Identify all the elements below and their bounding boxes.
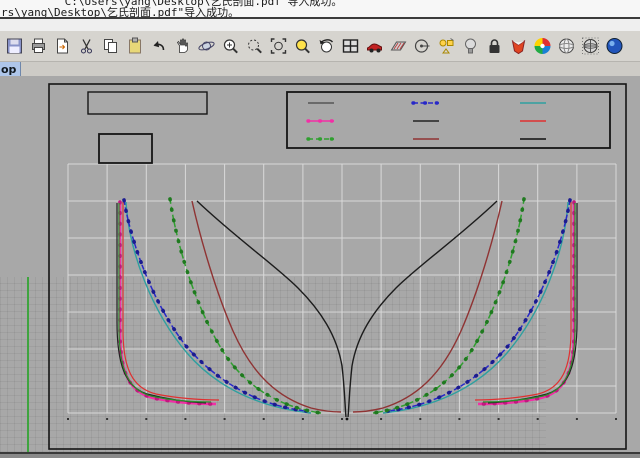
title-block (88, 92, 207, 163)
cplane-icon[interactable] (386, 33, 410, 59)
hull-curves-right (348, 199, 577, 417)
osnap-icon[interactable] (434, 33, 458, 59)
lamp-icon[interactable] (458, 33, 482, 59)
zoom-selected-icon[interactable] (290, 33, 314, 59)
hull-lines-drawing (0, 76, 640, 452)
baseline-ticks (67, 418, 617, 420)
legend-box (287, 92, 610, 148)
zoom-in-icon[interactable] (218, 33, 242, 59)
status-bar (0, 452, 640, 458)
station-magenta (478, 202, 574, 404)
sphere-wireframe-icon[interactable] (578, 33, 602, 59)
section-darkred (192, 201, 341, 412)
color-wheel-icon[interactable] (530, 33, 554, 59)
sphere-shaded-icon[interactable] (554, 33, 578, 59)
render-car-icon[interactable] (362, 33, 386, 59)
paste-icon[interactable] (122, 33, 146, 59)
material-icon[interactable] (506, 33, 530, 59)
viewport-tab-label: op (1, 63, 16, 76)
command-history-line-2: rs\yang\Desktop\乞氏剖面.pdf"导入成功。 (1, 4, 239, 17)
station-magenta (120, 202, 216, 404)
legend-samples (308, 103, 546, 139)
cut-icon[interactable] (74, 33, 98, 59)
sphere-render-icon[interactable] (602, 33, 626, 59)
zoom-previous-icon[interactable] (314, 33, 338, 59)
undo-icon[interactable] (146, 33, 170, 59)
command-history: "C:\Users\yang\Desktop\乞氏剖面.pdf"导入成功。 rs… (0, 0, 640, 17)
viewport-tab-top[interactable]: op (0, 62, 21, 76)
copy-icon[interactable] (98, 33, 122, 59)
pan-icon[interactable] (170, 33, 194, 59)
save-icon[interactable] (2, 33, 26, 59)
section-teal (126, 202, 311, 413)
export-icon[interactable] (50, 33, 74, 59)
sheer-black (197, 201, 346, 417)
main-toolbar (0, 31, 640, 62)
viewport-canvas[interactable] (0, 76, 640, 452)
center-point-icon[interactable] (410, 33, 434, 59)
sheer-black (348, 201, 497, 417)
section-teal (383, 202, 568, 413)
viewport-layout-icon[interactable] (338, 33, 362, 59)
zoom-window-icon[interactable] (242, 33, 266, 59)
lock-icon[interactable] (482, 33, 506, 59)
plan-grid (68, 164, 616, 413)
rhino-window: "C:\Users\yang\Desktop\乞氏剖面.pdf"导入成功。 rs… (0, 0, 640, 458)
keel-point (346, 418, 349, 421)
zoom-extents-icon[interactable] (266, 33, 290, 59)
section-green-dashed (373, 199, 524, 413)
section-darkred (353, 201, 502, 412)
print-icon[interactable] (26, 33, 50, 59)
orbit-icon[interactable] (194, 33, 218, 59)
hull-curves-left (117, 199, 346, 417)
section-green-dashed (170, 199, 321, 413)
viewport-tab-row: op (0, 62, 640, 76)
